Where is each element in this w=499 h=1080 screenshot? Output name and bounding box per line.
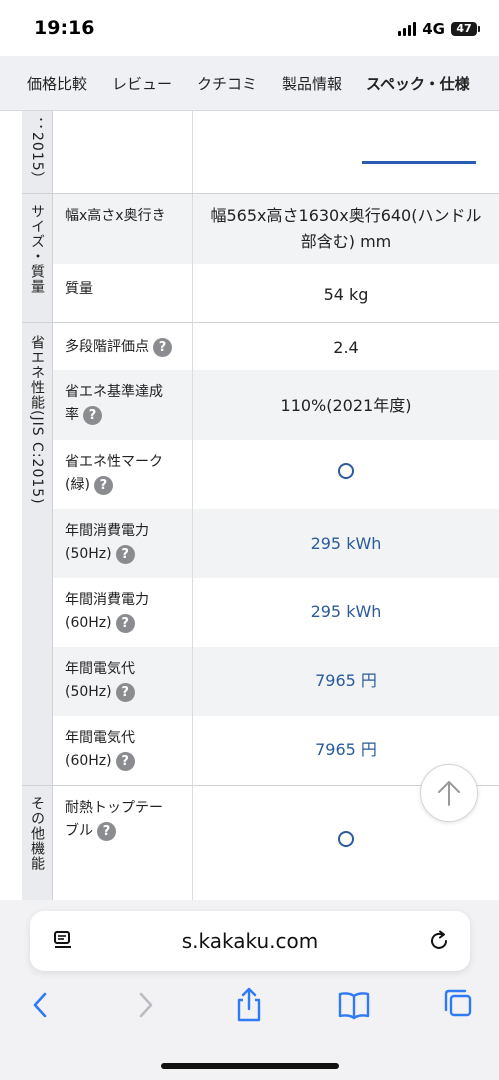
spec-value-link[interactable]: 295 kWh <box>193 531 499 557</box>
tab-bar: 価格比較 レビュー クチコミ 製品情報 スペック・仕様 <box>0 56 499 164</box>
row-divider <box>22 322 499 323</box>
spec-label: 多段階評価点? <box>53 336 192 359</box>
spec-label: 年間消費電力(50Hz)? <box>65 523 149 564</box>
category-label-partial: ：2015） <box>29 117 45 187</box>
browser-toolbar <box>0 980 499 1030</box>
spec-value: 2.4 <box>333 338 359 357</box>
help-icon[interactable]: ? <box>83 405 102 425</box>
help-icon[interactable]: ? <box>115 544 135 564</box>
share-button[interactable] <box>229 980 269 1030</box>
spec-label: 幅x高さx奥行き <box>65 208 166 224</box>
spec-label: 省エネ性マーク(緑)? <box>65 454 163 495</box>
status-indicators: 4G 47 <box>398 20 480 38</box>
help-icon[interactable]: ? <box>115 751 135 771</box>
category-cell: ：2015） <box>22 111 53 194</box>
home-indicator <box>161 1063 339 1069</box>
book-icon <box>338 992 370 1020</box>
category-cell: 省エネ性能(JIS C:2015) <box>22 323 53 786</box>
tab-kuchikomi[interactable]: クチコミ <box>197 56 257 110</box>
forward-button[interactable] <box>126 980 166 1030</box>
spec-label: 耐熱トップテーブル? <box>65 800 163 841</box>
arrow-up-icon <box>438 781 460 806</box>
share-icon <box>237 987 261 1022</box>
spec-label: 質量 <box>65 281 93 297</box>
category-label: 省エネ性能(JIS C:2015) <box>29 335 45 505</box>
spec-value-mark <box>193 461 499 487</box>
circle-mark-icon <box>338 463 354 479</box>
tab-product-info[interactable]: 製品情報 <box>282 56 342 110</box>
category-cell: その他機能 <box>22 786 53 901</box>
chevron-left-icon <box>33 992 47 1018</box>
signal-icon <box>398 22 417 36</box>
spec-label: 年間電気代(60Hz)? <box>65 730 135 771</box>
spec-value-link[interactable]: 7965 円 <box>193 668 499 694</box>
spec-value-link[interactable]: 295 kWh <box>193 599 499 625</box>
spec-label: 年間消費電力(60Hz)? <box>65 592 149 633</box>
battery-icon: 47 <box>451 22 480 36</box>
bookmarks-button[interactable] <box>334 980 374 1030</box>
tabs-button[interactable] <box>438 980 478 1030</box>
category-label: その他機能 <box>29 796 45 871</box>
tabs-icon <box>444 989 472 1017</box>
status-bar: 19:16 4G 47 <box>0 0 499 56</box>
spec-value: 110%(2021年度) <box>280 396 412 415</box>
reload-icon[interactable] <box>428 930 450 952</box>
spec-value-link[interactable]: 7965 円 <box>193 737 499 763</box>
category-label: サイズ・質量 <box>29 204 45 294</box>
circle-mark-icon <box>338 831 354 847</box>
network-type: 4G <box>422 20 445 38</box>
help-icon[interactable]: ? <box>115 613 135 633</box>
help-icon[interactable]: ? <box>93 475 113 495</box>
spec-value-mark <box>193 829 499 855</box>
back-button[interactable] <box>20 980 60 1030</box>
tab-price-compare[interactable]: 価格比較 <box>27 56 87 110</box>
chevron-right-icon <box>139 992 153 1018</box>
scroll-to-top-button[interactable] <box>420 764 478 822</box>
row-divider <box>22 193 499 194</box>
help-icon[interactable]: ? <box>153 337 172 357</box>
tab-reviews[interactable]: レビュー <box>112 56 172 110</box>
spec-value: 幅565x高さ1630x奥行640(ハンドル部含む) mm <box>210 206 482 251</box>
spec-label: 年間電気代(50Hz)? <box>65 661 135 702</box>
spec-label: 省エネ基準達成率? <box>65 384 163 425</box>
category-cell: サイズ・質量 <box>22 194 53 323</box>
spec-value: 54 kg <box>323 285 369 304</box>
address-bar[interactable]: s.kakaku.com <box>30 911 470 971</box>
tab-spec[interactable]: スペック・仕様 <box>366 56 470 110</box>
url-text[interactable]: s.kakaku.com <box>30 929 470 953</box>
status-time: 19:16 <box>34 17 95 39</box>
help-icon[interactable]: ? <box>97 821 116 841</box>
help-icon[interactable]: ? <box>115 682 135 702</box>
